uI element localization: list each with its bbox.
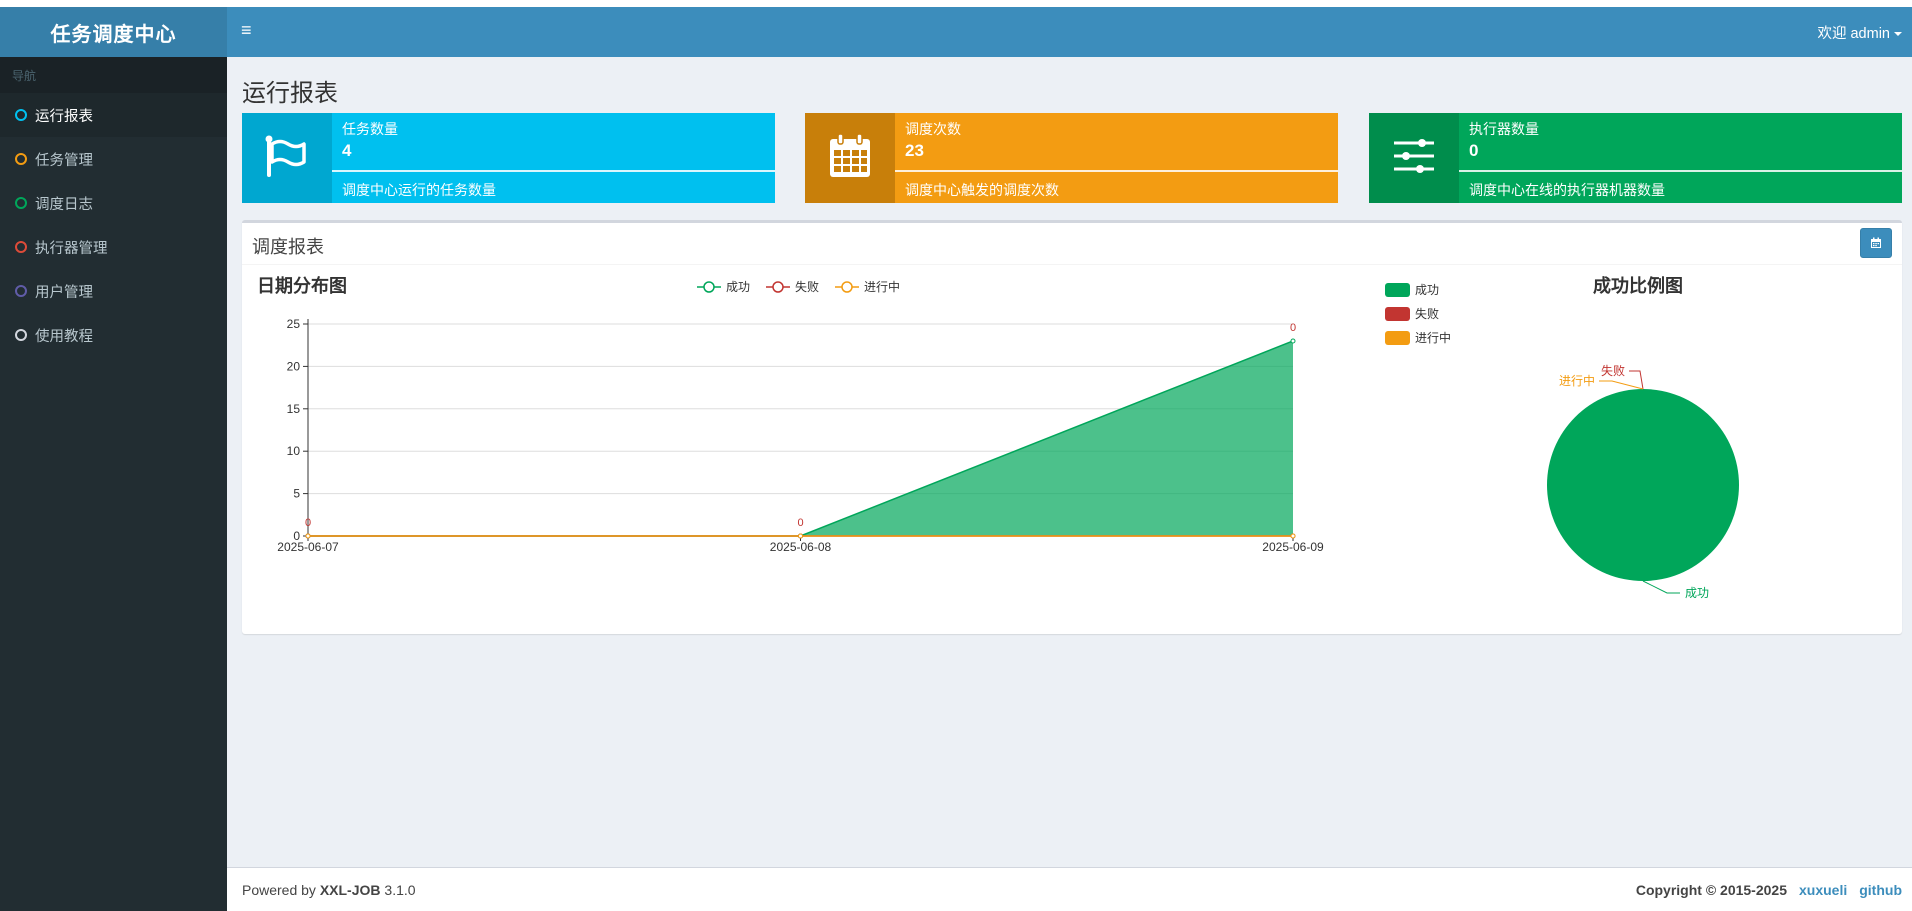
series-point-0-2 <box>1290 338 1296 344</box>
user-menu[interactable]: 欢迎 admin <box>1817 22 1902 43</box>
pie-legend-swatch-0 <box>1385 283 1410 297</box>
circle-icon <box>15 329 27 341</box>
info-box-progress <box>332 170 775 172</box>
sidebar-item-0[interactable]: 运行报表 <box>0 93 227 137</box>
sliders-icon <box>1392 138 1436 179</box>
info-box-value: 0 <box>1469 141 1479 160</box>
series-point-2-0 <box>305 533 311 539</box>
sidebar-item-5[interactable]: 使用教程 <box>0 313 227 357</box>
info-box-label: 任务数量 <box>342 121 398 137</box>
sidebar-toggle-icon[interactable]: ≡ <box>241 20 252 41</box>
info-box-value: 23 <box>905 141 924 160</box>
legend-label-1: 失败 <box>795 279 819 294</box>
pie-legend-swatch-1 <box>1385 307 1410 321</box>
info-box-progress <box>1459 170 1902 172</box>
y-tick-label-2: 10 <box>287 444 301 458</box>
y-tick-label-4: 20 <box>287 359 301 373</box>
footer-powered: Powered by XXL-JOB 3.1.0 <box>242 882 416 898</box>
sidebar-item-label: 执行器管理 <box>35 240 108 257</box>
legend-marker-2 <box>841 281 853 293</box>
pie-label-2: 进行中 <box>1559 373 1595 388</box>
sidebar-item-label: 用户管理 <box>35 284 93 301</box>
y-tick-label-1: 5 <box>293 487 300 501</box>
user-menu-label: 欢迎 admin <box>1817 26 1890 42</box>
calendar-icon <box>828 132 872 184</box>
footer: Powered by XXL-JOB 3.1.0 Copyright © 201… <box>227 867 1912 911</box>
footer-copyright: Copyright © 2015-2025 xuxueli github <box>1636 882 1902 898</box>
x-tick-label-1: 2025-06-08 <box>770 540 832 554</box>
info-box-1: 调度次数 23 调度中心触发的调度次数 <box>805 113 1338 203</box>
pie-label-line-2 <box>1599 380 1644 390</box>
legend-marker-0 <box>703 281 715 293</box>
series-point-2-1 <box>798 533 803 539</box>
legend-marker-1 <box>772 281 784 293</box>
pie-legend-label-1: 失败 <box>1415 306 1439 321</box>
top-navbar: ≡ 欢迎 admin <box>227 7 1912 57</box>
info-icon-wrap <box>242 113 332 203</box>
sidebar-item-1[interactable]: 任务管理 <box>0 137 227 181</box>
series-area-success <box>308 340 1293 536</box>
powered-name: XXL-JOB <box>319 882 381 898</box>
powered-prefix: Powered by <box>242 882 320 898</box>
report-box: 调度报表 日期分布图 成功 失败 进行中 0 5 10 15 20 25 2025-06-07 202… <box>242 220 1902 634</box>
pie-slice-0 <box>1547 389 1739 581</box>
info-box-desc: 调度中心触发的调度次数 <box>905 182 1059 198</box>
circle-icon <box>15 241 27 253</box>
nav-header: 导航 <box>0 57 227 93</box>
legend-label-2: 进行中 <box>864 279 900 294</box>
page-title: 运行报表 <box>242 80 338 107</box>
report-title: 调度报表 <box>252 237 324 257</box>
info-box-progress <box>895 170 1338 172</box>
info-box-label: 执行器数量 <box>1469 121 1539 137</box>
circle-icon <box>15 153 27 165</box>
info-icon-wrap <box>1369 113 1459 203</box>
info-box-desc: 调度中心在线的执行器机器数量 <box>1469 182 1665 198</box>
charts-area: 日期分布图 成功 失败 进行中05101520252025-06-07 2025-06-… <box>257 275 1739 600</box>
pie-legend-label-0: 成功 <box>1415 283 1439 297</box>
sidebar: 任务调度中心 导航 运行报表任务管理调度日志执行器管理用户管理使用教程 <box>0 7 227 911</box>
sidebar-item-label: 调度日志 <box>35 196 93 213</box>
circle-icon <box>15 109 27 121</box>
info-box-value: 4 <box>342 141 352 160</box>
series-point-2-2 <box>1290 533 1296 539</box>
sidebar-item-label: 运行报表 <box>35 108 93 125</box>
pie-label-0: 成功 <box>1685 586 1709 600</box>
version-text: 3.1.0 <box>380 882 416 898</box>
x-tick-label-2: 2025-06-09 <box>1262 540 1324 554</box>
y-tick-label-5: 25 <box>287 317 301 331</box>
info-box-label: 调度次数 <box>905 121 961 137</box>
xuxueli-link[interactable]: xuxueli <box>1799 882 1847 898</box>
github-link[interactable]: github <box>1859 882 1902 898</box>
pie-legend-label-2: 进行中 <box>1415 330 1451 345</box>
legend-label-0: 成功 <box>726 280 750 294</box>
copyright-text: Copyright © 2015-2025 <box>1635 882 1787 898</box>
info-box-0: 任务数量 4 调度中心运行的任务数量 <box>242 113 775 203</box>
sidebar-item-label: 使用教程 <box>35 328 93 345</box>
flag-icon <box>264 135 310 182</box>
circle-icon <box>15 197 27 209</box>
pie-label-1: 失败 <box>1601 363 1625 378</box>
line-chart-title: 日期分布图 <box>257 275 347 296</box>
circle-icon <box>15 285 27 297</box>
caret-down-icon <box>1894 32 1902 37</box>
y-tick-label-3: 15 <box>287 402 301 416</box>
pie-label-line-0 <box>1642 580 1680 594</box>
sidebar-item-4[interactable]: 用户管理 <box>0 269 227 313</box>
sidebar-item-label: 任务管理 <box>35 152 93 169</box>
info-box-2: 执行器数量 0 调度中心在线的执行器机器数量 <box>1369 113 1902 203</box>
x-tick-label-0: 2025-06-07 <box>277 540 339 554</box>
sidebar-item-2[interactable]: 调度日志 <box>0 181 227 225</box>
data-label-1: 0 <box>797 517 803 529</box>
info-icon-wrap <box>805 113 895 203</box>
info-box-desc: 调度中心运行的任务数量 <box>342 182 496 198</box>
sidebar-item-3[interactable]: 执行器管理 <box>0 225 227 269</box>
calendar-icon <box>1871 237 1881 248</box>
date-range-button[interactable] <box>1860 228 1892 258</box>
pie-legend-swatch-2 <box>1385 331 1410 345</box>
pie-chart-title: 成功比例图 <box>1593 275 1683 296</box>
data-label-0: 0 <box>305 517 311 529</box>
app-logo[interactable]: 任务调度中心 <box>0 7 227 57</box>
main-content: 运行报表 任务数量 4 调度中心运行的任务数量 调度次数 23 调度中心触发的调度次数 执行… <box>227 57 1912 867</box>
data-label-2: 0 <box>1290 322 1296 334</box>
